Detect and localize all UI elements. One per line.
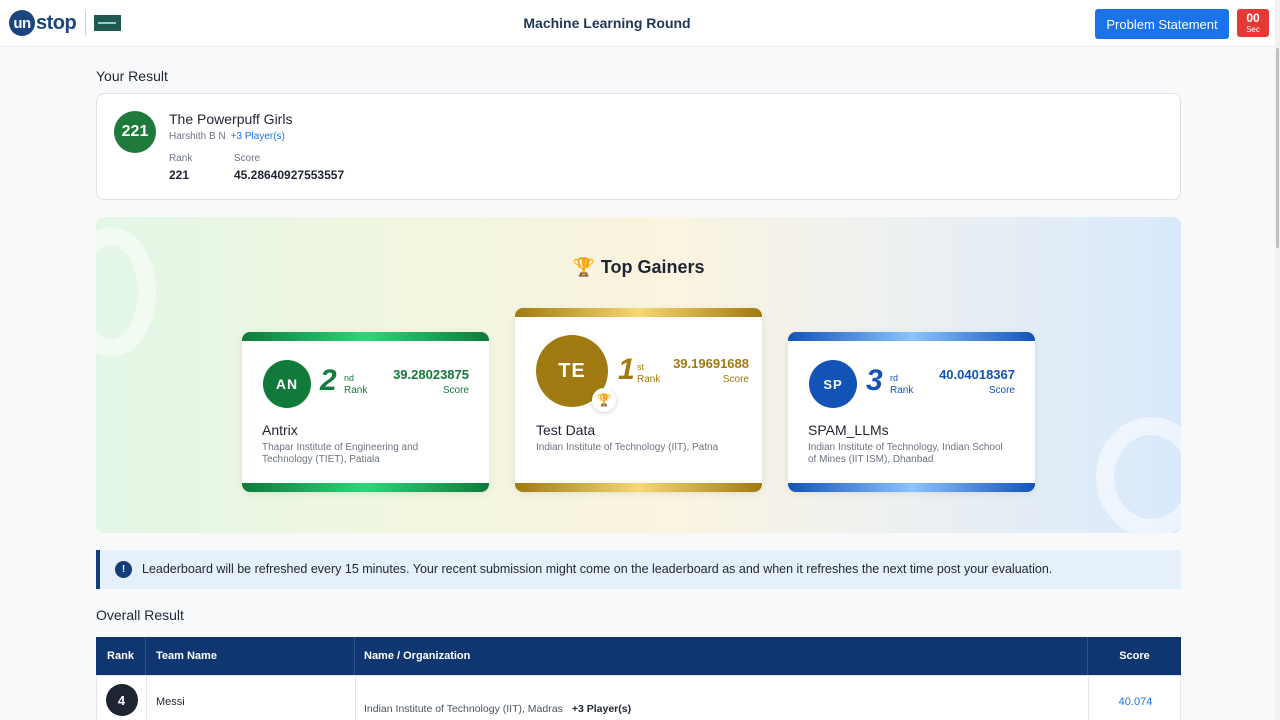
gainer-card-third[interactable]: SP 3 rd Rank 40.04018367 Score SPAM_LLMs… [788, 332, 1035, 492]
gainer-score: 39.28023875 [393, 367, 469, 382]
rank-badge: 221 [114, 111, 156, 153]
notice-text: Leaderboard will be refreshed every 15 m… [142, 562, 1053, 576]
position-suffix: nd [344, 373, 355, 383]
card-bottom-bar [515, 483, 762, 492]
avatar: AN [263, 360, 311, 408]
column-header-team-name[interactable]: Team Name [146, 637, 355, 675]
your-result-card: 221 The Powerpuff Girls Harshith B N +3 P… [96, 93, 1181, 200]
timer-value: 00 [1246, 11, 1260, 25]
problem-statement-button[interactable]: Problem Statement [1095, 9, 1229, 39]
rank-label: Rank [890, 385, 914, 396]
position-suffix: rd [890, 373, 899, 383]
page-title: Machine Learning Round [523, 15, 691, 31]
column-header-organization[interactable]: Name / Organization [355, 637, 1088, 675]
avatar: SP [809, 360, 857, 408]
gainer-name: Antrix [262, 422, 298, 438]
organization-cell: Indian Institute of Technology (IIT), Ma… [356, 676, 1089, 720]
team-name: The Powerpuff Girls [169, 111, 293, 127]
leaderboard-table-header: Rank Team Name Name / Organization Score [96, 637, 1181, 675]
top-bar: un stop Machine Learning Round Problem S… [0, 0, 1280, 47]
team-name-cell[interactable]: Messi [147, 676, 356, 720]
score-value: 45.28640927553557 [234, 168, 345, 182]
card-top-bar [788, 332, 1035, 341]
top-gainers-label: Top Gainers [600, 257, 705, 277]
gainer-score: 40.04018367 [939, 367, 1015, 382]
position-suffix: st [637, 362, 645, 372]
gainer-card-second[interactable]: AN 2 nd Rank 39.28023875 Score Antrix Th… [242, 332, 489, 492]
gainer-organization: Indian Institute of Technology, Indian S… [808, 442, 1003, 465]
gainer-name: SPAM_LLMs [808, 422, 889, 438]
team-members: Harshith B N +3 Player(s) [169, 131, 285, 142]
players-link[interactable]: +3 Player(s) [572, 703, 631, 715]
gainer-organization: Indian Institute of Technology (IIT), Pa… [536, 442, 719, 453]
table-row[interactable]: 4 Messi Indian Institute of Technology (… [96, 675, 1181, 720]
top-gainers-panel: 🏆 Top Gainers AN 2 nd Rank 39.28023875 Sc… [96, 217, 1181, 533]
rank-circle: 4 [105, 684, 138, 716]
card-bottom-bar [788, 483, 1035, 492]
gainer-card-first[interactable]: TE 🏆 1 st Rank 39.19691688 Score Test Da… [515, 308, 762, 492]
score-label: Score [722, 374, 749, 385]
decorative-swirl [96, 227, 156, 357]
gainer-score: 39.19691688 [673, 356, 749, 371]
timer-badge: 00 Sec [1237, 9, 1269, 37]
position-number: 1 [618, 353, 635, 386]
card-top-bar [242, 332, 489, 341]
scrollbar-thumb[interactable] [1276, 48, 1279, 248]
your-result-heading: Your Result [96, 68, 168, 84]
rank-value: 221 [169, 168, 190, 182]
score-label: Score [442, 385, 469, 396]
organization-text: Indian Institute of Technology (IIT), Ma… [364, 703, 563, 715]
position-number: 3 [866, 364, 883, 397]
score-cell: 40.074 [1118, 696, 1153, 708]
score-label: Score [234, 153, 261, 164]
gainer-organization: Thapar Institute of Engineering and Tech… [262, 442, 419, 465]
gainer-name: Test Data [536, 422, 596, 438]
score-label: Score [988, 385, 1015, 396]
trophy-icon: 🏆 [592, 388, 616, 412]
team-leader: Harshith B N [169, 131, 226, 142]
decorative-swirl [1096, 417, 1181, 533]
position-number: 2 [320, 364, 337, 397]
top-gainers-title: 🏆 Top Gainers [96, 257, 1181, 278]
rank-label: Rank [637, 374, 661, 385]
players-link[interactable]: +3 Player(s) [231, 131, 285, 142]
info-icon: ! [115, 561, 132, 578]
card-top-bar [515, 308, 762, 317]
column-header-rank[interactable]: Rank [96, 637, 146, 675]
trophy-icon: 🏆 [572, 257, 595, 277]
card-bottom-bar [242, 483, 489, 492]
rank-cell: 4 [97, 676, 147, 720]
column-header-score[interactable]: Score [1088, 637, 1181, 675]
rank-label: Rank [169, 153, 193, 164]
overall-result-heading: Overall Result [96, 607, 184, 623]
refresh-notice: ! Leaderboard will be refreshed every 15… [96, 550, 1181, 589]
rank-label: Rank [344, 385, 368, 396]
timer-unit: Sec [1246, 25, 1260, 34]
